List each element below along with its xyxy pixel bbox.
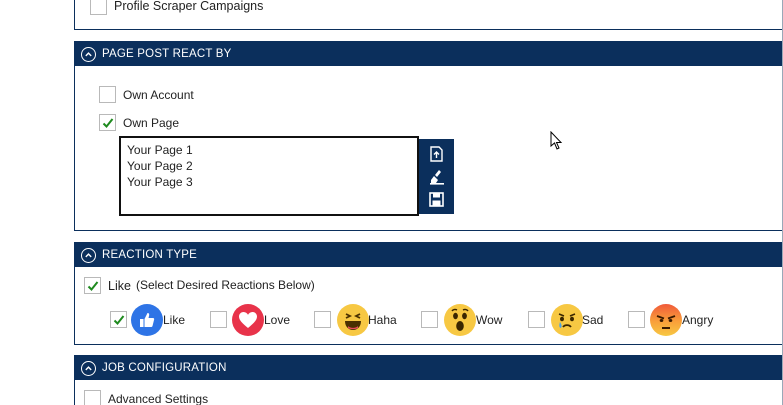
reaction-wow-checkbox[interactable] — [421, 311, 438, 328]
haha-reaction-icon[interactable] — [337, 304, 369, 336]
job-configuration-header[interactable]: JOB CONFIGURATION — [75, 356, 783, 380]
like-main-checkbox[interactable] — [84, 277, 101, 294]
reaction-haha-checkbox[interactable] — [314, 311, 331, 328]
import-icon[interactable] — [428, 145, 446, 163]
own-page-checkbox[interactable] — [99, 114, 116, 131]
advanced-settings-label: Advanced Settings — [108, 392, 209, 405]
reaction-love-checkbox[interactable] — [210, 311, 227, 328]
profile-scraper-label: Profile Scraper Campaigns — [114, 0, 264, 13]
own-account-checkbox[interactable] — [99, 86, 116, 103]
pages-textarea[interactable]: Your Page 1 Your Page 2 Your Page 3 — [119, 136, 419, 216]
reaction-like-checkbox[interactable] — [110, 311, 127, 328]
like-main-label: Like — [108, 279, 131, 293]
profile-scraper-panel: Profile Scraper Campaigns — [74, 0, 783, 30]
checkmark-icon — [87, 280, 98, 291]
reaction-label: Wow — [476, 313, 503, 327]
like-reaction-icon[interactable] — [131, 304, 163, 336]
page-line: Your Page 2 — [127, 159, 193, 173]
reaction-label: Haha — [368, 313, 397, 327]
collapse-icon[interactable] — [81, 247, 96, 263]
own-page-label: Own Page — [123, 116, 180, 130]
collapse-icon[interactable] — [81, 360, 96, 376]
reaction-label: Angry — [682, 313, 714, 327]
save-icon[interactable] — [428, 191, 446, 209]
wow-reaction-icon[interactable] — [444, 304, 476, 336]
reaction-type-header[interactable]: REACTION TYPE — [75, 243, 783, 267]
pages-toolbar — [419, 139, 454, 214]
advanced-settings-checkbox[interactable] — [84, 390, 101, 405]
clear-icon[interactable] — [428, 168, 446, 186]
page-post-react-by-header[interactable]: PAGE POST REACT BY — [75, 42, 783, 66]
reaction-angry-checkbox[interactable] — [628, 311, 645, 328]
section-title: JOB CONFIGURATION — [102, 362, 227, 374]
checkmark-icon — [102, 117, 113, 128]
profile-scraper-checkbox[interactable] — [90, 0, 107, 15]
reaction-label: Sad — [582, 313, 604, 327]
section-title: PAGE POST REACT BY — [102, 48, 232, 60]
page-line: Your Page 3 — [127, 175, 193, 189]
reaction-label: Like — [163, 313, 186, 327]
love-reaction-icon[interactable] — [232, 304, 264, 336]
section-title: REACTION TYPE — [102, 249, 198, 261]
reaction-label: Love — [264, 313, 291, 327]
own-account-label: Own Account — [123, 88, 194, 102]
angry-reaction-icon[interactable] — [650, 304, 682, 336]
mouse-cursor-icon — [550, 131, 563, 150]
reaction-sad-checkbox[interactable] — [528, 311, 545, 328]
page-line: Your Page 1 — [127, 143, 193, 157]
collapse-icon[interactable] — [81, 46, 96, 62]
checkmark-icon — [113, 314, 124, 325]
sad-reaction-icon[interactable] — [551, 304, 583, 336]
like-main-hint: (Select Desired Reactions Below) — [136, 278, 315, 292]
